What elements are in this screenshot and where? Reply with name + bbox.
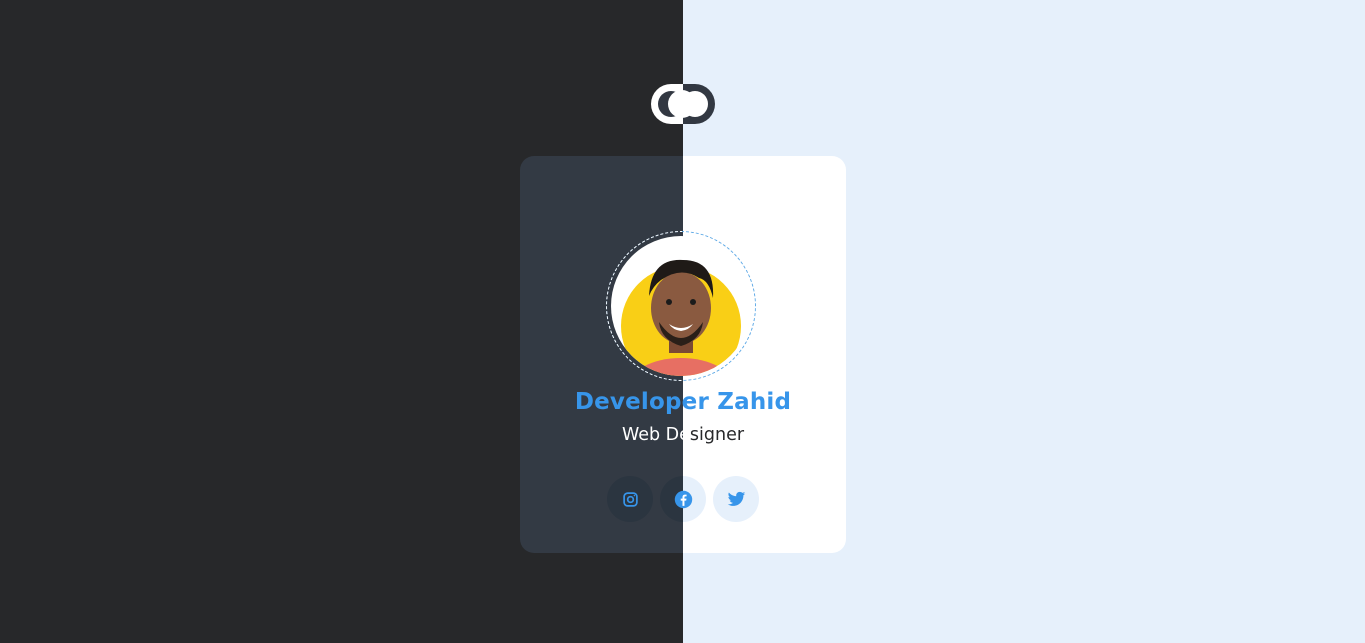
avatar xyxy=(611,236,751,376)
profile-card: Developer Zahid Web Designer xyxy=(520,156,846,553)
instagram-button[interactable] xyxy=(607,476,653,522)
profile-role-part-dark: signer xyxy=(689,425,745,445)
social-links xyxy=(520,476,846,522)
theme-toggle-button[interactable] xyxy=(651,84,715,124)
twitter-button[interactable] xyxy=(713,476,759,522)
profile-role-part-light: Web De xyxy=(621,425,690,445)
profile-name: Developer Zahid xyxy=(574,389,792,415)
twitter-icon xyxy=(727,491,745,506)
instagram-icon xyxy=(622,491,638,507)
facebook-icon xyxy=(674,490,692,508)
avatar-ring xyxy=(606,231,756,381)
facebook-button[interactable] xyxy=(660,476,706,522)
moon-icon xyxy=(658,90,696,118)
profile-role: Web Designer xyxy=(520,425,846,445)
sun-icon xyxy=(682,91,708,117)
